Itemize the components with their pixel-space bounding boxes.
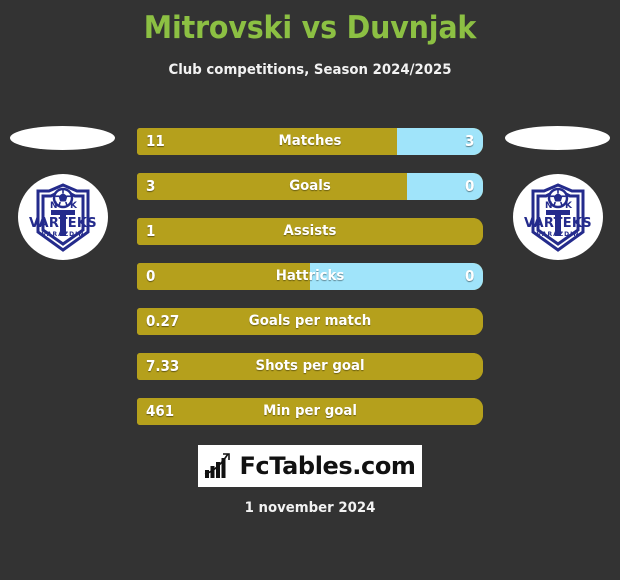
stat-row: 7.33 Shots per goal: [137, 353, 483, 380]
svg-text:VARTEKS: VARTEKS: [29, 216, 97, 231]
stats-list: 11 3 Matches 3 0 Goals 1 Assists 0 0 Hattricks 0.27…: [137, 128, 483, 443]
page-subtitle: Club competitions, Season 2024/2025: [168, 62, 452, 78]
away-team-logo-block: N K VARTEKS VARAZDIN: [505, 126, 610, 260]
svg-text:VARTEKS: VARTEKS: [524, 216, 592, 231]
nk-varteks-varazdin-logo-icon: N K VARTEKS VARAZDIN: [29, 183, 97, 252]
home-team-crest: N K VARTEKS VARAZDIN: [18, 174, 108, 260]
date-label: 1 november 2024: [244, 500, 376, 516]
stat-label: Goals per match: [248, 313, 372, 329]
stat-label: Goals: [289, 178, 331, 194]
nk-varteks-varazdin-logo-icon: N K VARTEKS VARAZDIN: [524, 183, 592, 252]
svg-text:K: K: [565, 201, 573, 211]
svg-text:VARAZDIN: VARAZDIN: [42, 231, 85, 238]
stat-row: 11 3 Matches: [137, 128, 483, 155]
stat-row: 1 Assists: [137, 218, 483, 245]
home-team-logo-block: N K VARTEKS VARAZDIN: [10, 126, 115, 260]
stat-label: Shots per goal: [255, 358, 365, 374]
fctables-brand-logo[interactable]: FcTables.com: [198, 445, 422, 487]
brand-name: FcTables.com: [239, 452, 416, 480]
stat-label: Assists: [283, 223, 337, 239]
page-title: Mitrovski vs Duvnjak: [143, 10, 477, 46]
stat-row: 3 0 Goals: [137, 173, 483, 200]
bar-chart-growth-icon: [205, 453, 231, 478]
stat-row: 0.27 Goals per match: [137, 308, 483, 335]
stat-label: Matches: [278, 133, 342, 149]
away-team-crest: N K VARTEKS VARAZDIN: [513, 174, 603, 260]
svg-text:K: K: [70, 201, 78, 211]
stat-label: Min per goal: [263, 403, 357, 419]
home-logo-highlight-ellipse: [10, 126, 115, 150]
away-logo-highlight-ellipse: [505, 126, 610, 150]
stat-row: 0 0 Hattricks: [137, 263, 483, 290]
stat-comparison-page: Mitrovski vs Duvnjak Club competitions, …: [0, 0, 620, 580]
stat-row: 461 Min per goal: [137, 398, 483, 425]
stat-label: Hattricks: [275, 268, 345, 284]
svg-text:N: N: [50, 201, 58, 211]
svg-text:VARAZDIN: VARAZDIN: [537, 231, 580, 238]
svg-text:N: N: [545, 201, 553, 211]
